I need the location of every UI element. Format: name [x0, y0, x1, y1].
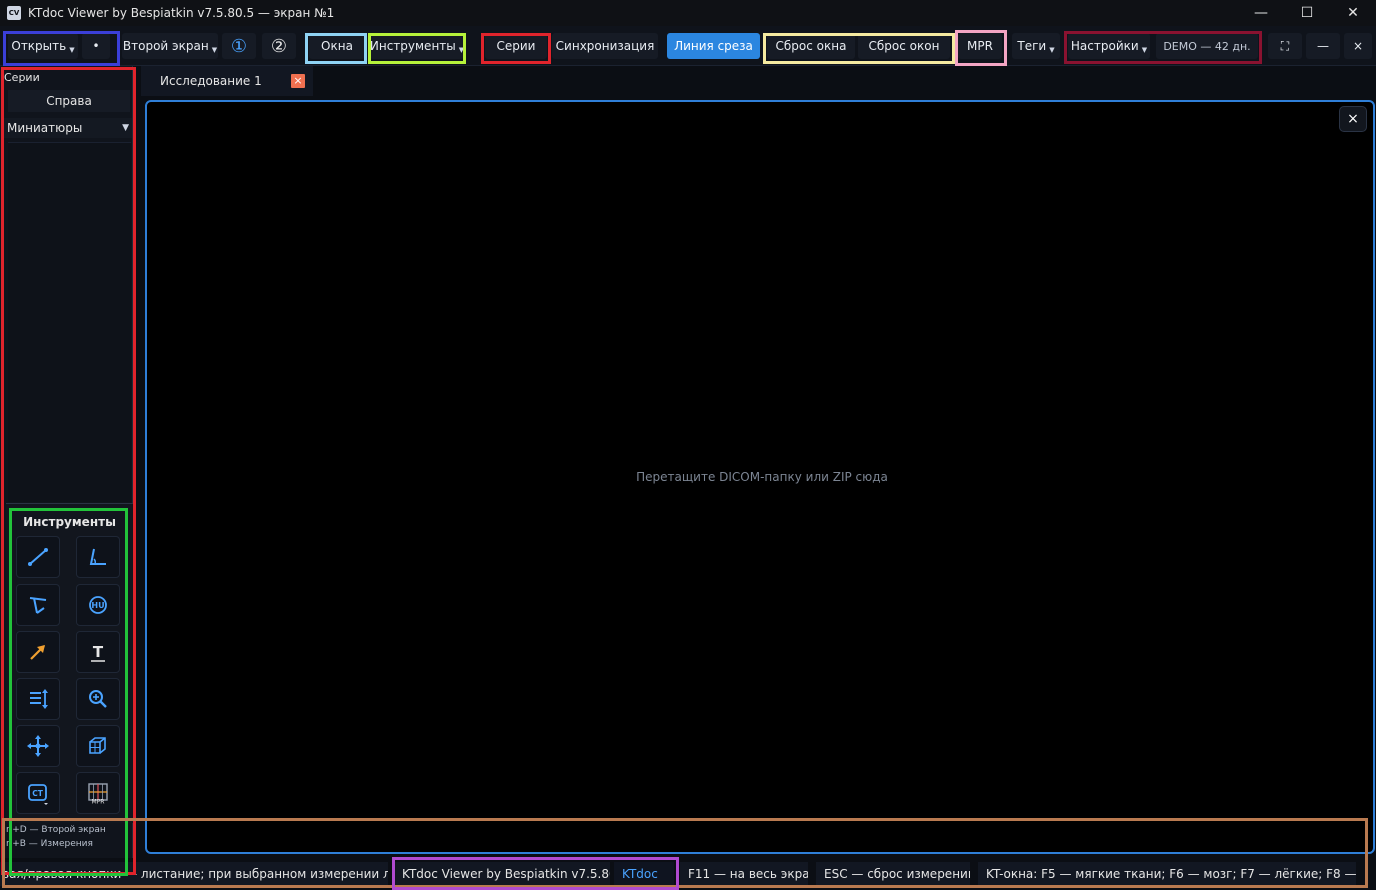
panel-position-button[interactable]: Справа	[8, 90, 130, 112]
svg-text:T: T	[93, 643, 104, 661]
series-button[interactable]: Серии	[485, 33, 547, 59]
3d-tool-button[interactable]	[76, 725, 120, 767]
second-screen-label: Второй экран	[122, 39, 209, 53]
reset-windows-button[interactable]: Сброс окон	[858, 33, 950, 59]
tools-button[interactable]: Инструменты ▼	[370, 33, 464, 59]
hu-probe-tool-button[interactable]: HU	[76, 584, 120, 626]
hu-probe-icon: HU	[89, 596, 107, 614]
minimize-icon: —	[1317, 39, 1329, 53]
app-version-label: KTdoc Viewer by Bespiatkin v7.5.80.5	[394, 862, 610, 886]
esc-hint: ESC — сброс измерений	[816, 862, 970, 886]
screen-1-icon: ①	[230, 35, 248, 57]
svg-text:CT: CT	[32, 789, 44, 798]
reset-window-button[interactable]: Сброс окна	[767, 33, 855, 59]
thumbnails-area[interactable]	[8, 142, 131, 502]
chevron-down-icon: ▼	[122, 123, 129, 133]
chevron-down-icon: ▼	[69, 46, 75, 54]
brand-link[interactable]: KTdoc	[614, 862, 674, 886]
chevron-down-icon: ▼	[458, 46, 465, 54]
record-icon: •	[92, 39, 100, 53]
open-extra-button[interactable]: •	[82, 33, 110, 59]
series-panel-label: Серии	[4, 71, 40, 84]
tags-label: Теги	[1017, 39, 1047, 53]
chevron-down-icon: ▼	[211, 46, 218, 54]
zoom-tool-button[interactable]	[76, 678, 120, 720]
demo-badge: DEMO — 42 дн.	[1156, 33, 1258, 59]
pan-tool-button[interactable]	[16, 725, 60, 767]
window-maximize-button[interactable]: ☐	[1284, 0, 1330, 26]
settings-label: Настройки	[1070, 39, 1139, 53]
arrow-annotation-icon	[30, 645, 45, 660]
window-close-button[interactable]: ✕	[1330, 0, 1376, 26]
3d-cube-icon	[89, 737, 106, 754]
pan-icon	[27, 735, 49, 757]
tab-label: Исследование 1	[160, 74, 262, 88]
stack-scroll-tool-button[interactable]	[16, 678, 60, 720]
arrow-tool-button[interactable]	[16, 631, 60, 673]
tools-label: Инструменты	[369, 39, 456, 53]
toolbar-close-button[interactable]: ×	[1344, 33, 1372, 59]
screen-1-button[interactable]: ①	[222, 33, 256, 59]
tab-close-icon[interactable]: ×	[291, 74, 305, 88]
tags-button[interactable]: Теги ▼	[1012, 33, 1060, 59]
mpr-tool-button[interactable]: MPR	[76, 772, 120, 814]
cobb-angle-icon	[29, 597, 47, 614]
view-mode-select[interactable]: Миниатюры ▼	[4, 118, 132, 138]
angle-tool-button[interactable]	[76, 536, 120, 578]
ct-windows-hint: KT-окна: F5 — мягкие ткани; F6 — мозг; F…	[978, 862, 1356, 886]
image-viewport[interactable]: × Перетащите DICOM-папку или ZIP сюда	[145, 100, 1375, 854]
left-panel: Серии Справа Миниатюры ▼ Инструменты HU T	[0, 66, 133, 866]
status-bar: вая/правая кнопки — листание; при выбран…	[0, 858, 1376, 890]
screen-2-button[interactable]: ②	[262, 33, 296, 59]
windows-button[interactable]: Окна	[309, 33, 365, 59]
screen-2-icon: ②	[270, 35, 288, 57]
mpr-grid-icon: MPR	[88, 783, 108, 806]
tab-study-1[interactable]: Исследование 1 ×	[141, 66, 313, 96]
mpr-button[interactable]: MPR	[958, 33, 1002, 59]
cobb-angle-tool-button[interactable]	[16, 584, 60, 626]
open-button[interactable]: Открыть ▼	[8, 33, 78, 59]
zoom-icon	[89, 690, 107, 708]
svg-text:MPR: MPR	[92, 799, 105, 806]
viewport-close-button[interactable]: ×	[1339, 106, 1367, 132]
hotkey-second-screen: rl+D — Второй экран	[6, 825, 106, 835]
title-bar: CV KTdoc Viewer by Bespiatkin v7.5.80.5 …	[0, 0, 1376, 26]
ruler-icon	[28, 548, 48, 566]
study-tabs: Исследование 1 ×	[141, 66, 1376, 96]
main-toolbar: Открыть ▼ • Второй экран ▼ ① ② Окна Инстру…	[0, 26, 1376, 66]
text-annotation-icon: T	[91, 643, 105, 662]
fullscreen-icon: ⛶	[1280, 38, 1290, 53]
f11-hint: F11 — на весь экран	[680, 862, 808, 886]
slice-line-button[interactable]: Линия среза	[667, 33, 760, 59]
window-minimize-button[interactable]: —	[1238, 0, 1284, 26]
ct-window-icon: CT	[28, 784, 48, 805]
fullscreen-button[interactable]: ⛶	[1268, 33, 1302, 59]
ct-window-tool-button[interactable]: CT	[16, 772, 60, 814]
chevron-down-icon: ▼	[1141, 46, 1148, 54]
tools-panel: Инструменты HU T CT MPR	[6, 503, 133, 823]
app-icon: CV	[7, 6, 21, 20]
toolbar-minimize-button[interactable]: —	[1306, 33, 1340, 59]
hotkeys-hint: rl+D — Второй экран rl+B — Измерения	[6, 823, 106, 851]
window-title: KTdoc Viewer by Bespiatkin v7.5.80.5 — э…	[28, 6, 335, 20]
open-label: Открыть	[11, 39, 67, 53]
tools-panel-title: Инструменты	[23, 515, 116, 529]
hotkey-measurements: rl+B — Измерения	[6, 839, 93, 849]
second-screen-button[interactable]: Второй экран ▼	[122, 33, 218, 59]
ruler-tool-button[interactable]	[16, 536, 60, 578]
mouse-hint: вая/правая кнопки — листание; при выбран…	[0, 862, 388, 886]
drop-hint: Перетащите DICOM-папку или ZIP сюда	[636, 470, 888, 484]
stack-scroll-icon	[30, 689, 48, 709]
chevron-down-icon: ▼	[1049, 46, 1055, 54]
svg-text:HU: HU	[91, 601, 104, 610]
angle-icon	[89, 548, 106, 565]
settings-button[interactable]: Настройки ▼	[1068, 33, 1150, 59]
close-icon: ×	[1352, 39, 1364, 53]
view-mode-value: Миниатюры	[7, 121, 83, 135]
sync-button[interactable]: Синхронизация	[552, 33, 658, 59]
text-tool-button[interactable]: T	[76, 631, 120, 673]
